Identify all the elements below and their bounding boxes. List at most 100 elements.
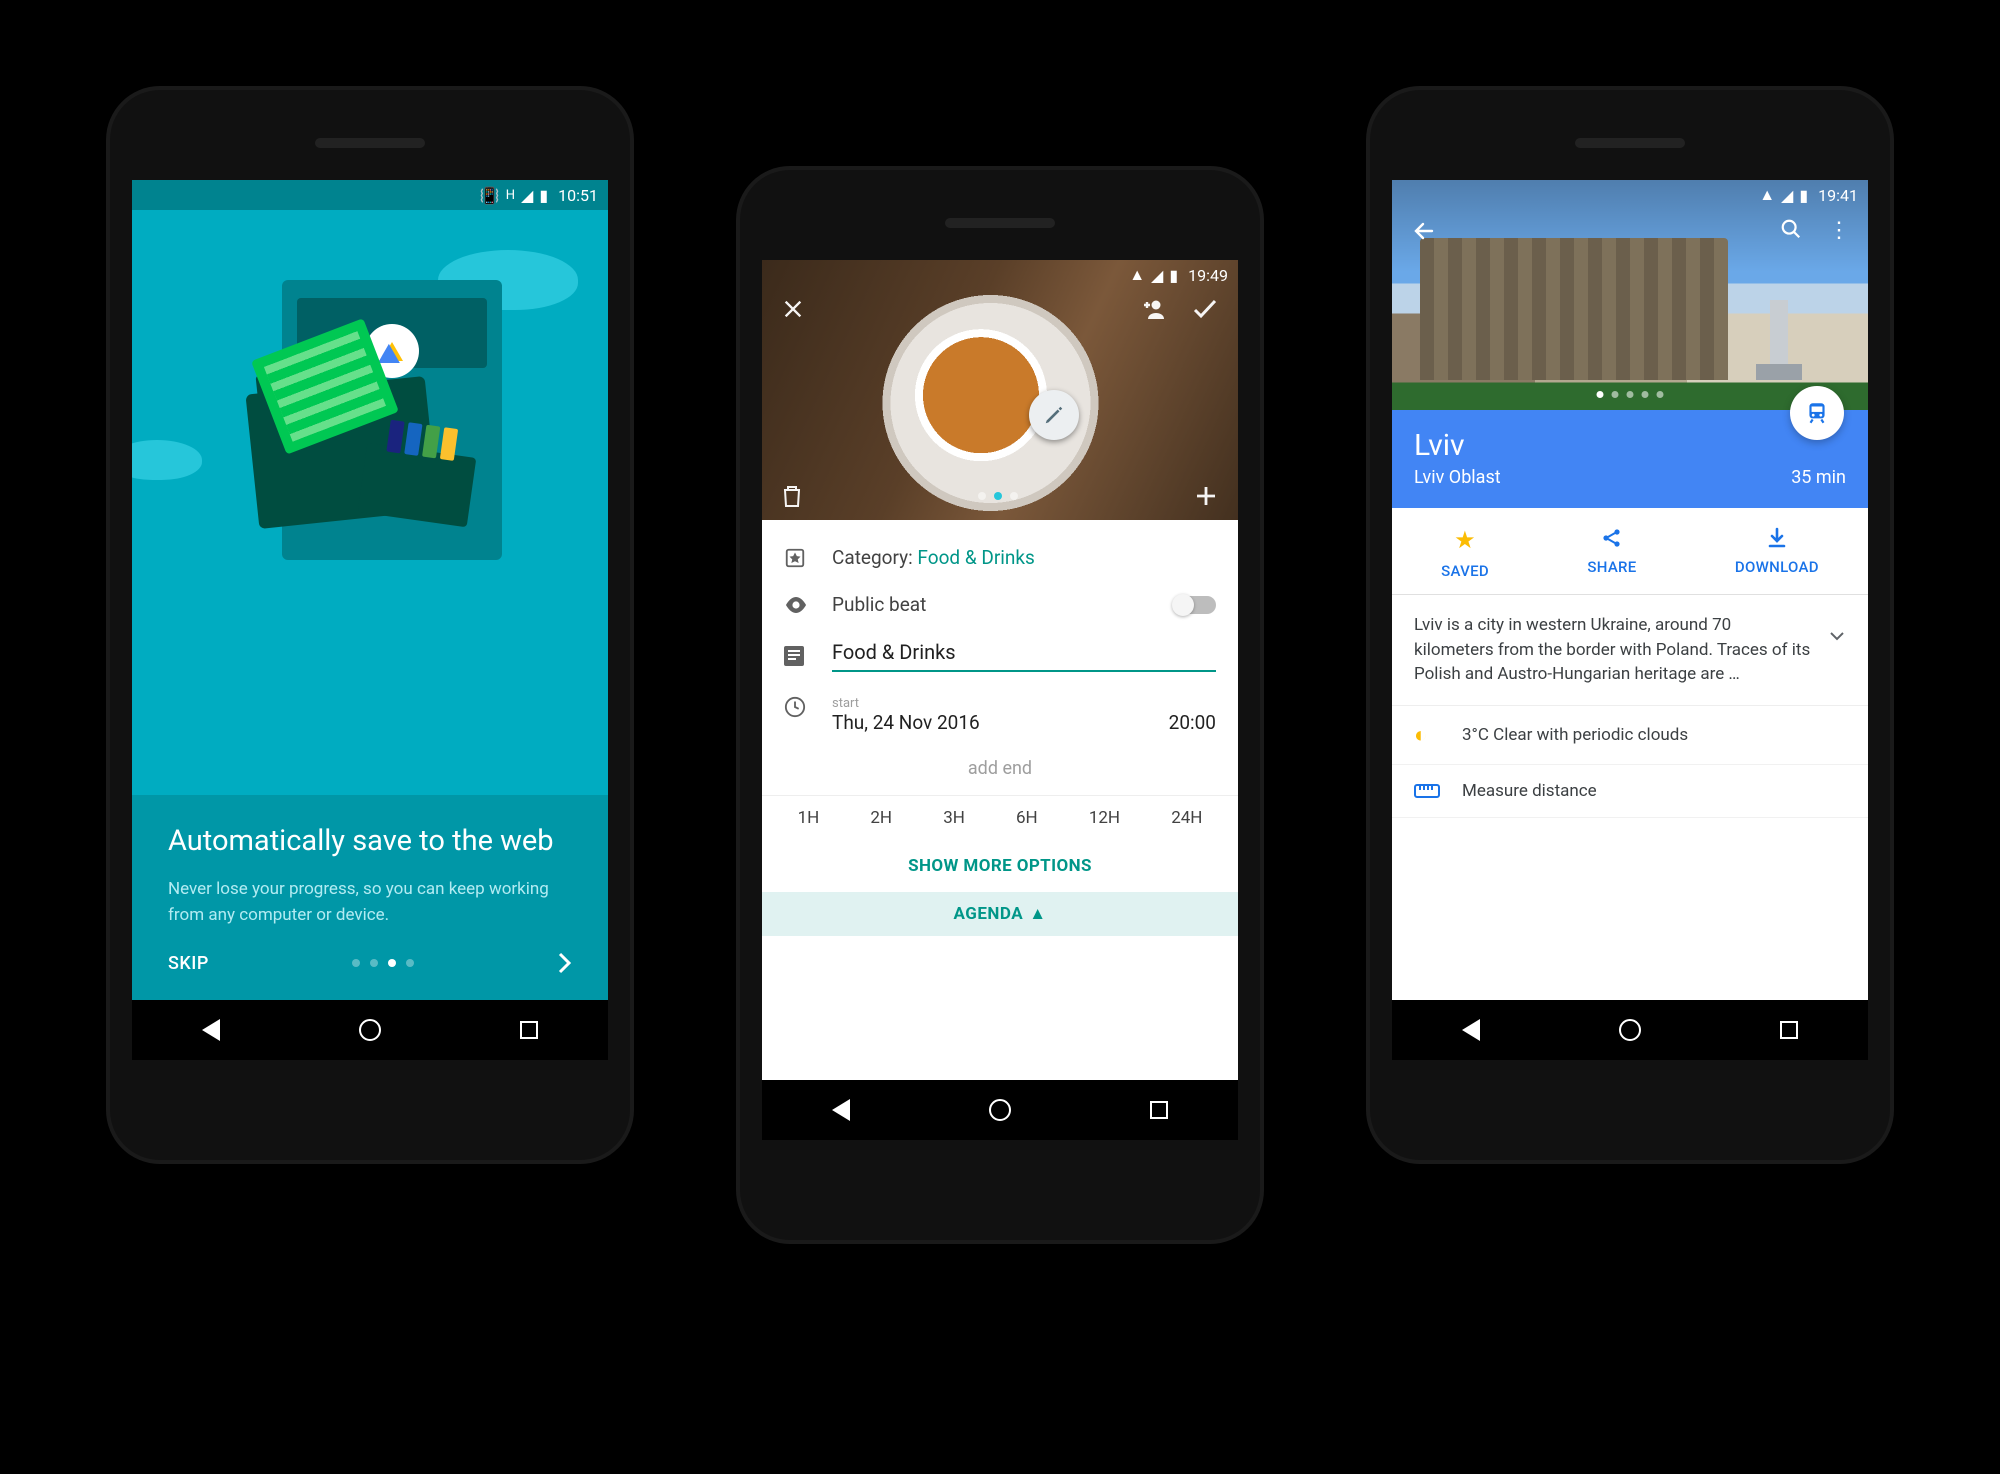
event-photo-header[interactable]: ▲ ◢ ▮ 19:49 [762, 260, 1238, 520]
duration-presets: 1H 2H 3H 6H 12H 24H [762, 795, 1238, 840]
share-label: SHARE [1587, 558, 1636, 576]
start-row[interactable]: start Thu, 24 Nov 2016 20:00 [762, 684, 1238, 746]
home-button[interactable] [359, 1019, 381, 1041]
wifi-icon: ▲ [1129, 265, 1145, 285]
page-dots[interactable] [352, 959, 414, 967]
share-icon [1600, 526, 1624, 550]
place-photo-header[interactable]: ▲ ◢ ▮ 19:41 ⋮ [1392, 180, 1868, 410]
duration-6h[interactable]: 6H [1016, 808, 1038, 828]
android-nav-bar [132, 1000, 608, 1060]
status-time: 19:41 [1818, 186, 1858, 205]
action-bar: ★ SAVED SHARE DOWNLOAD [1392, 508, 1868, 595]
chevron-right-icon [558, 952, 572, 974]
recents-button[interactable] [520, 1021, 538, 1039]
check-icon [1192, 298, 1218, 320]
battery-icon: ▮ [539, 186, 548, 205]
confirm-button[interactable] [1192, 298, 1218, 320]
close-button[interactable] [782, 298, 804, 320]
star-icon: ★ [1454, 526, 1476, 554]
show-more-button[interactable]: SHOW MORE OPTIONS [762, 840, 1238, 892]
screen-left: 📳 H ◢ ▮ 10:51 [132, 180, 608, 1060]
add-end-button[interactable]: add end [762, 746, 1238, 795]
photo-page-dots [1597, 391, 1664, 398]
next-button[interactable] [558, 952, 572, 974]
back-button[interactable] [202, 1019, 220, 1041]
travel-time: 35 min [1791, 467, 1846, 488]
phone-center: ▲ ◢ ▮ 19:49 [740, 170, 1260, 1240]
duration-1h[interactable]: 1H [798, 808, 820, 828]
category-row[interactable]: Category: Food & Drinks [762, 534, 1238, 581]
back-button[interactable] [1412, 219, 1436, 243]
agenda-button[interactable]: AGENDA▲ [762, 892, 1238, 936]
weather-row[interactable]: ◐ 3°C Clear with periodic clouds [1392, 706, 1868, 765]
train-icon [1804, 400, 1830, 426]
start-time[interactable]: 20:00 [1169, 711, 1216, 734]
measure-distance-row[interactable]: Measure distance [1392, 765, 1868, 818]
share-button[interactable]: SHARE [1587, 526, 1636, 580]
folder-open-graphic [358, 443, 477, 528]
edit-photo-button[interactable] [1029, 390, 1079, 440]
duration-2h[interactable]: 2H [870, 808, 892, 828]
duration-12h[interactable]: 12H [1089, 808, 1120, 828]
search-button[interactable] [1780, 218, 1802, 243]
home-button[interactable] [989, 1099, 1011, 1121]
public-label: Public beat [832, 593, 1152, 616]
notes-icon [784, 646, 810, 666]
status-bar: ▲ ◢ ▮ 19:49 [762, 260, 1238, 290]
hero-bottom-bar [762, 484, 1238, 508]
recents-button[interactable] [1150, 1101, 1168, 1119]
duration-24h[interactable]: 24H [1171, 808, 1202, 828]
onboarding-footer: SKIP [132, 928, 608, 1000]
arrow-left-icon [1412, 219, 1436, 243]
public-toggle[interactable] [1174, 596, 1216, 614]
android-nav-bar [1392, 1000, 1868, 1060]
status-time: 19:49 [1188, 266, 1228, 285]
back-button[interactable] [1462, 1019, 1480, 1041]
trash-icon [782, 484, 802, 508]
duration-3h[interactable]: 3H [943, 808, 965, 828]
building-photo [1420, 238, 1728, 380]
add-photo-button[interactable] [1194, 484, 1218, 508]
add-person-button[interactable] [1140, 298, 1166, 320]
screen-center: ▲ ◢ ▮ 19:49 [762, 260, 1238, 1140]
download-button[interactable]: DOWNLOAD [1735, 526, 1819, 580]
back-button[interactable] [832, 1099, 850, 1121]
signal-icon: ◢ [1151, 266, 1163, 285]
onboarding-screen: Automatically save to the web Never lose… [132, 210, 608, 1000]
file-cards-graphic [386, 420, 458, 461]
phone-left: 📳 H ◢ ▮ 10:51 [110, 90, 630, 1160]
status-bar: 📳 H ◢ ▮ 10:51 [132, 180, 608, 210]
plus-icon [1194, 484, 1218, 508]
download-label: DOWNLOAD [1735, 558, 1819, 576]
close-icon [782, 298, 804, 320]
phone-right: ▲ ◢ ▮ 19:41 ⋮ [1370, 90, 1890, 1160]
battery-icon: ▮ [1799, 186, 1808, 205]
visibility-icon [784, 597, 810, 613]
place-description-row[interactable]: Lviv is a city in western Ukraine, aroun… [1392, 595, 1868, 706]
photo-page-dots [978, 492, 1018, 500]
skip-button[interactable]: SKIP [168, 953, 209, 974]
vibrate-icon: 📳 [480, 186, 500, 205]
overflow-button[interactable]: ⋮ [1828, 218, 1848, 243]
event-form: Category: Food & Drinks Public beat Food… [762, 520, 1238, 1080]
recents-button[interactable] [1780, 1021, 1798, 1039]
search-icon [1780, 218, 1802, 240]
phone-speaker [315, 138, 425, 148]
network-h-icon: H [506, 188, 515, 203]
place-title: Lviv [1414, 428, 1846, 463]
delete-button[interactable] [782, 484, 802, 508]
caret-up-icon: ▲ [1029, 904, 1046, 924]
start-date[interactable]: Thu, 24 Nov 2016 [832, 711, 980, 734]
status-bar: ▲ ◢ ▮ 19:41 [1392, 180, 1868, 210]
weather-icon: ◐ [1414, 722, 1440, 748]
directions-fab[interactable] [1790, 386, 1844, 440]
name-input[interactable]: Food & Drinks [832, 640, 1216, 672]
phone-speaker [945, 218, 1055, 228]
home-button[interactable] [1619, 1019, 1641, 1041]
start-label: start [832, 696, 1216, 711]
expand-icon[interactable] [1828, 613, 1846, 645]
category-value[interactable]: Food & Drinks [917, 546, 1034, 569]
saved-button[interactable]: ★ SAVED [1441, 526, 1489, 580]
phone-speaker [1575, 138, 1685, 148]
status-time: 10:51 [558, 186, 598, 205]
